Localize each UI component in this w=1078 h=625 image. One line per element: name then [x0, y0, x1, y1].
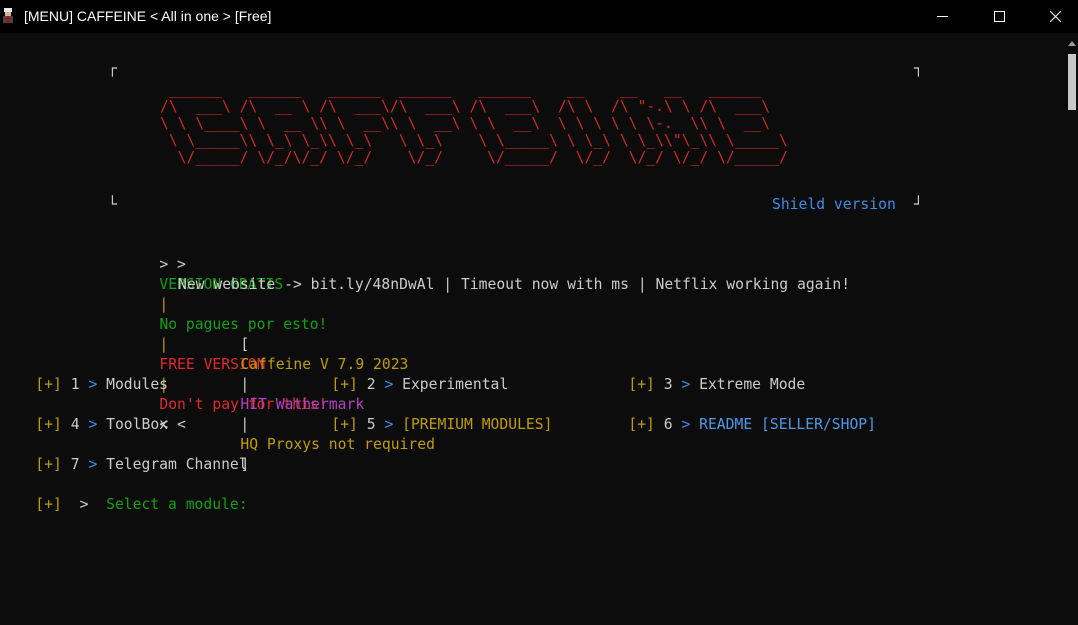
window-title: [MENU] CAFFEINE < All in one > [Free] [24, 8, 272, 24]
menu-marker: [+] [331, 416, 358, 433]
module-prompt[interactable]: [+] > Select a module: [0, 475, 248, 535]
menu-item-number: 5 [366, 416, 376, 433]
menu-marker: [+] [628, 376, 655, 393]
minimize-button[interactable] [919, 0, 965, 33]
title-bar[interactable]: [MENU] CAFFEINE < All in one > [Free] [0, 0, 1078, 33]
shield-version-label: Shield version [772, 196, 896, 213]
separator: | [240, 376, 250, 393]
menu-item-number: 7 [70, 456, 80, 473]
prompt-arrow: > [79, 496, 89, 513]
maximize-icon [993, 11, 1005, 22]
info-line-news: New website -> bit.ly/48nDwAl | Timeout … [178, 276, 851, 293]
terminal-app-icon [3, 8, 13, 23]
menu-item-label: Telegram Channel [106, 456, 248, 473]
menu-item-readme[interactable]: [+] 6 > README [SELLER/SHOP] [593, 395, 876, 455]
minimize-icon [936, 16, 948, 17]
menu-item-number: 4 [70, 416, 80, 433]
close-icon [1049, 11, 1061, 22]
menu-marker: [+] [35, 416, 62, 433]
menu-arrow: > [88, 376, 98, 393]
prompt-text: Select a module: [106, 496, 248, 513]
banner-corner-top-right: ┐ [914, 60, 923, 77]
ascii-banner: ______ ______ ______ ______ ______ __ __… [160, 81, 788, 166]
menu-item-number: 1 [70, 376, 80, 393]
menu-item-label: README [SELLER/SHOP] [699, 416, 876, 433]
menu-item-label: Extreme Mode [699, 376, 806, 393]
menu-item-number: 2 [366, 376, 376, 393]
menu-item-number: 6 [663, 416, 673, 433]
vertical-scrollbar[interactable] [1066, 35, 1078, 625]
menu-marker: [+] [35, 456, 62, 473]
bracket-open: [ [240, 336, 250, 353]
arrow-prefix: > > [159, 256, 186, 273]
menu-item-label: ToolBox [106, 416, 169, 433]
scroll-thumb[interactable] [1068, 54, 1076, 110]
banner-corner-bottom-left: └ [108, 196, 117, 213]
banner-corner-top-left: ┌ [108, 60, 117, 77]
separator: | [159, 296, 169, 313]
banner-corner-bottom-right: ┘ [914, 196, 923, 213]
maximize-button[interactable] [976, 0, 1022, 33]
menu-item-label: Experimental [402, 376, 509, 393]
menu-item-label: Modules [106, 376, 169, 393]
menu-arrow: > [681, 416, 691, 433]
separator: | [159, 336, 169, 353]
menu-arrow: > [384, 376, 394, 393]
menu-arrow: > [88, 456, 98, 473]
prompt-marker: [+] [35, 496, 62, 513]
menu-marker: [+] [331, 376, 358, 393]
menu-item-premium-modules[interactable]: [+] 5 > [PREMIUM MODULES] [296, 395, 552, 455]
menu-marker: [+] [35, 376, 62, 393]
console-output[interactable]: ┌ ┐ ______ ______ ______ ______ ______ _… [0, 33, 1066, 625]
separator: | [240, 416, 250, 433]
menu-arrow: > [88, 416, 98, 433]
menu-arrow: > [681, 376, 691, 393]
menu-item-number: 3 [663, 376, 673, 393]
menu-item-label: [PREMIUM MODULES] [402, 416, 553, 433]
scroll-up-button[interactable] [1066, 35, 1078, 51]
close-button[interactable] [1032, 0, 1078, 33]
menu-marker: [+] [628, 416, 655, 433]
menu-arrow: > [384, 416, 394, 433]
chevron-up-icon [1068, 40, 1076, 46]
